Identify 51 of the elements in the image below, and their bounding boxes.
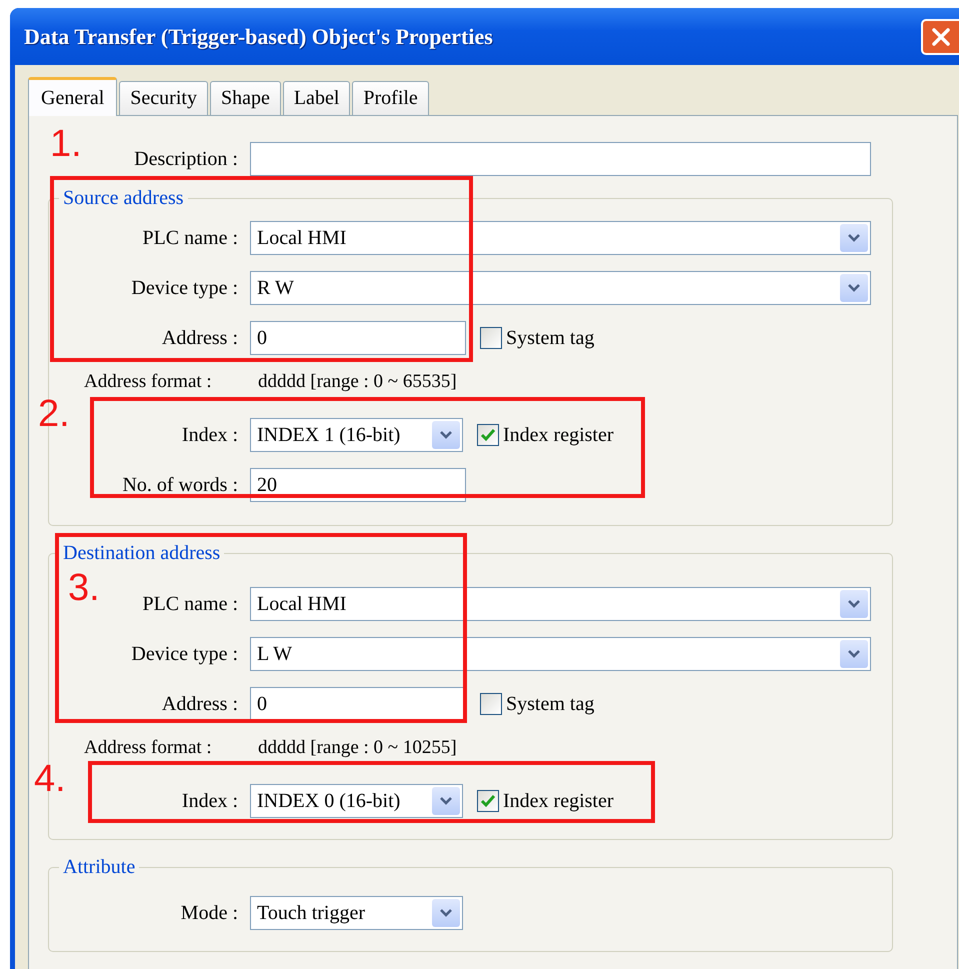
chevron-down-icon <box>432 899 460 927</box>
address-format: ddddd [range : 0 ~ 10255] <box>258 737 457 759</box>
field-label: Address format : <box>83 371 213 393</box>
checkbox-label: System tag <box>506 326 594 350</box>
field-label: PLC name : <box>141 592 239 616</box>
field-label: No. of words : <box>121 474 239 496</box>
dropdown[interactable]: Touch trigger <box>250 896 463 930</box>
step-number: 4. <box>34 757 66 801</box>
tab[interactable]: Label <box>282 81 350 115</box>
dropdown[interactable]: INDEX 1 (16-bit) <box>250 418 463 452</box>
field-label: Index : <box>180 424 239 446</box>
dropdown[interactable]: L W <box>250 637 871 671</box>
field-label: Device type : <box>130 276 239 300</box>
chevron-down-icon <box>432 421 460 449</box>
close-button[interactable] <box>921 18 959 54</box>
dropdown[interactable]: Local HMI <box>250 587 871 621</box>
checkbox[interactable] <box>480 327 502 349</box>
address-format: ddddd [range : 0 ~ 65535] <box>258 371 457 393</box>
chevron-down-icon <box>432 787 460 815</box>
field-label: Index : <box>180 790 239 812</box>
field-label: Address format : <box>83 737 213 759</box>
step-number: 2. <box>38 392 70 436</box>
field-label: Address : <box>160 692 239 716</box>
chevron-down-icon <box>840 274 868 302</box>
checkbox-label: Index register <box>503 790 614 812</box>
field-label: PLC name : <box>141 226 239 250</box>
checkbox-label: System tag <box>506 692 594 716</box>
tab[interactable]: Profile <box>352 81 429 115</box>
tab[interactable]: General <box>28 77 118 116</box>
field-label: Mode : <box>180 902 239 924</box>
checkbox-label: Index register <box>503 424 614 446</box>
tab[interactable]: Shape <box>210 81 281 115</box>
checkbox[interactable] <box>477 790 499 812</box>
step-number: 1. <box>50 122 82 166</box>
dropdown[interactable]: Local HMI <box>250 221 871 255</box>
dropdown[interactable]: INDEX 0 (16-bit) <box>250 784 463 818</box>
description-field[interactable] <box>250 142 871 176</box>
chevron-down-icon <box>840 590 868 618</box>
field-label: Description : <box>133 148 239 170</box>
tab[interactable]: Security <box>119 81 208 115</box>
checkbox[interactable] <box>480 693 502 715</box>
step-number: 3. <box>68 566 100 610</box>
field-label: Address : <box>160 326 239 350</box>
chevron-down-icon <box>840 224 868 252</box>
checkbox[interactable] <box>477 424 499 446</box>
window-title: Data Transfer (Trigger-based) Object's Properties <box>24 24 493 50</box>
field-label: Device type : <box>130 642 239 666</box>
dropdown[interactable]: R W <box>250 271 871 305</box>
input-field[interactable]: 0 <box>250 321 466 355</box>
chevron-down-icon <box>840 640 868 668</box>
input-field[interactable]: 0 <box>250 687 466 721</box>
